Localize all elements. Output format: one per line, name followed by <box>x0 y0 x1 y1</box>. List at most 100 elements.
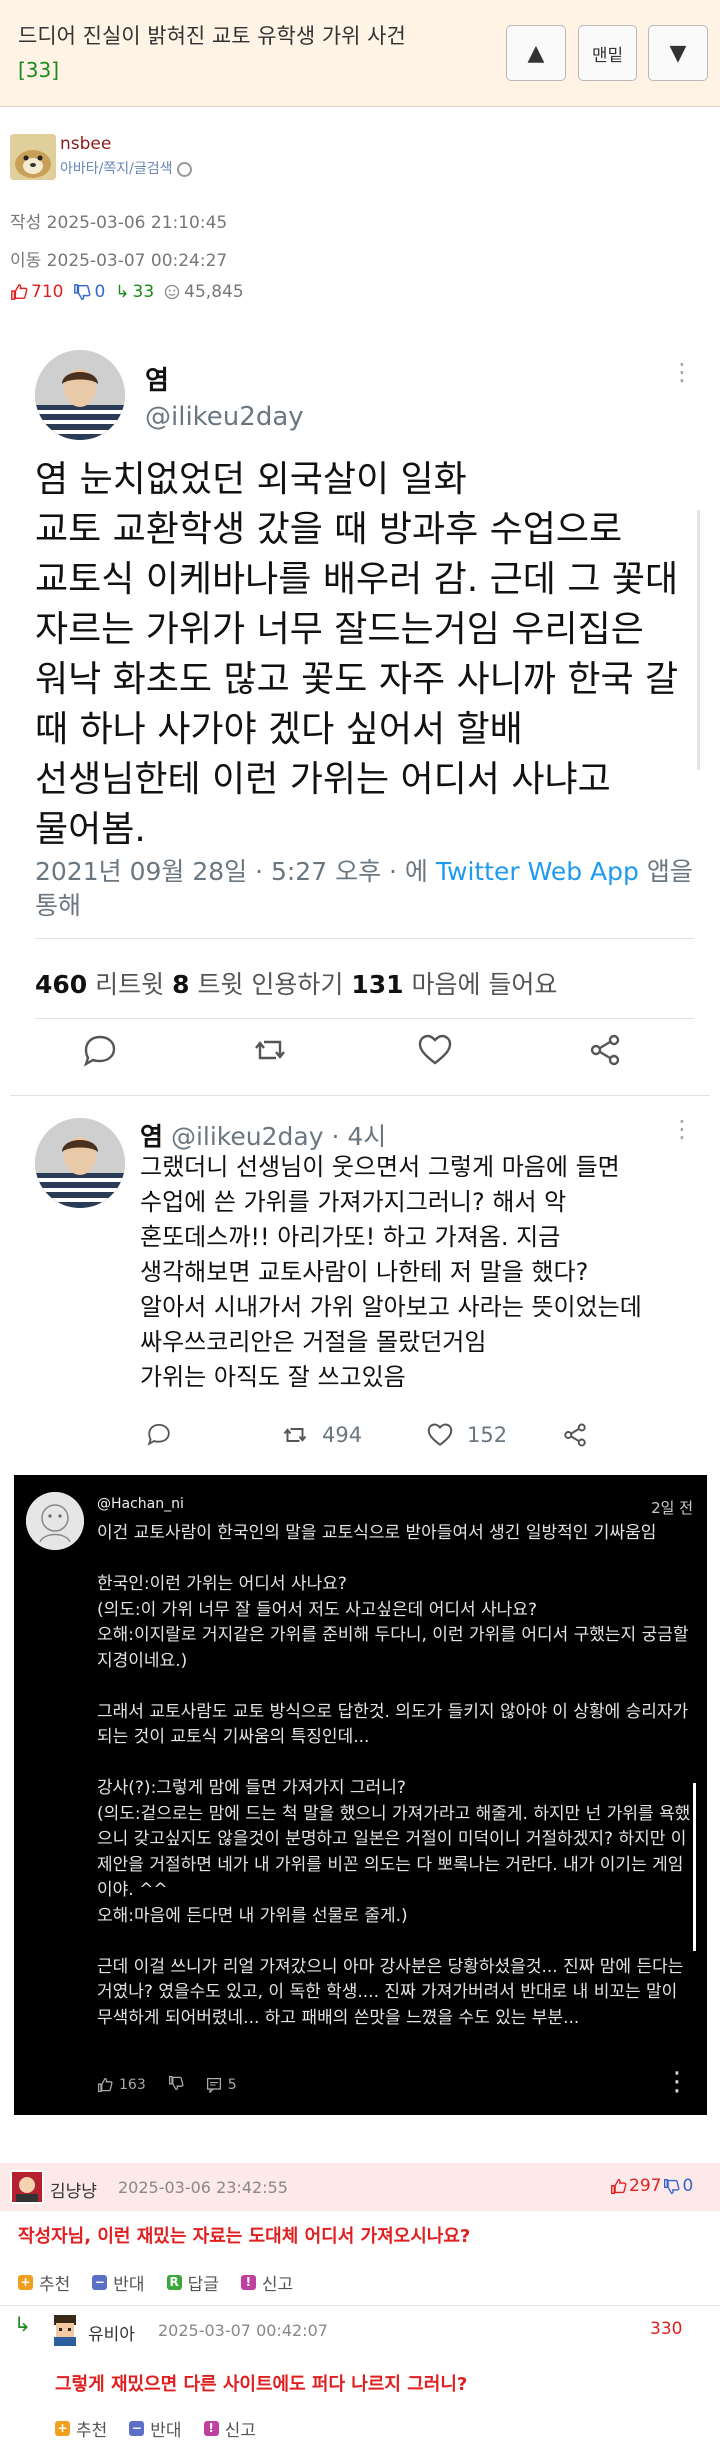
retweet-label[interactable]: 리트윗 <box>87 970 172 999</box>
plus-icon: + <box>55 2421 70 2436</box>
thumbs-up-icon[interactable] <box>610 2178 627 2195</box>
go-bottom-button[interactable]: 맨밑 <box>578 25 637 81</box>
level-icon <box>176 161 192 177</box>
dark-comment-count: 5 <box>227 2077 237 2093</box>
minus-icon: − <box>129 2421 145 2436</box>
replier-avatar[interactable] <box>48 2313 82 2347</box>
tweet-app-link[interactable]: Twitter Web App <box>436 857 639 886</box>
dark-comments[interactable]: 5 <box>206 2077 237 2093</box>
dark-like-count: 163 <box>119 2077 146 2093</box>
reply-more-icon[interactable]: ⋮ <box>670 1115 694 1143</box>
scroll-up-button[interactable]: ▲ <box>506 25 566 81</box>
dark-more-icon[interactable]: ⋮ <box>664 2069 690 2095</box>
tweet-info: 2021년 09월 28일 · 5:27 오후 · 에 Twitter Web … <box>35 855 695 923</box>
dislike-stat[interactable]: 0 <box>73 282 105 302</box>
comment-icon <box>206 2077 221 2093</box>
oppose-label: 반대 <box>113 2275 145 2295</box>
like-count-tweet: 131 <box>351 970 404 999</box>
reply-header: 염 @ilikeu2day · 4시 <box>140 1117 386 1153</box>
dark-scrollbar <box>693 1783 696 1951</box>
divider <box>35 938 695 939</box>
report-label: 신고 <box>224 2421 256 2441</box>
down-arrow-icon: ▼ <box>669 40 687 66</box>
moved-time: 이동 2025-03-07 00:24:27 <box>10 251 228 271</box>
thumbs-up-icon <box>97 2077 113 2093</box>
dark-comment-avatar <box>26 1492 84 1550</box>
recommend-button[interactable]: + 추천 <box>55 2416 107 2441</box>
tweet-time: 2021년 09월 28일 · 5:27 오후 · 에 <box>35 857 436 886</box>
dark-comment-body: 이건 교토사람이 한국인의 말을 교토식으로 받아들여서 생긴 일방적인 기싸움… <box>97 1523 691 2028</box>
oppose-button[interactable]: − 반대 <box>129 2416 182 2441</box>
dark-comment-handle: @Hachan_ni <box>97 1496 184 1512</box>
share-count: 33 <box>132 282 155 302</box>
reply-share-action[interactable] <box>560 1420 590 1450</box>
divider <box>10 1095 710 1096</box>
post-title: 드디어 진실이 밝혀진 교토 유학생 가위 사건 <box>18 24 406 48</box>
share-icon <box>564 1423 586 1447</box>
report-icon: ! <box>203 2421 219 2436</box>
more-options-icon[interactable]: ⋮ <box>670 358 694 386</box>
comment-date: 2025-03-06 23:42:55 <box>118 2178 288 2197</box>
reply-handle: @ilikeu2day · 4시 <box>163 1122 387 1151</box>
recommend-label: 추천 <box>39 2275 71 2295</box>
oppose-label: 반대 <box>150 2421 182 2441</box>
author-avatar[interactable] <box>10 134 56 180</box>
reply-r-icon: R <box>166 2275 182 2290</box>
reply-reply-action[interactable] <box>145 1420 173 1448</box>
recommend-button[interactable]: + 추천 <box>18 2270 70 2295</box>
reply-retweet-action[interactable]: 494 <box>280 1420 362 1450</box>
dark-like[interactable]: 163 <box>97 2077 146 2093</box>
commenter-name[interactable]: 김냥냥 <box>50 2177 97 2202</box>
like-count: 710 <box>31 282 64 302</box>
report-button[interactable]: ! 신고 <box>203 2416 256 2441</box>
quote-count: 8 <box>172 970 190 999</box>
reply-button[interactable]: R 답글 <box>166 2270 219 2295</box>
scroll-down-button[interactable]: ▼ <box>648 25 708 81</box>
reply-avatar <box>35 1118 125 1208</box>
reply-actions: + 추천 − 반대 ! 신고 <box>55 2416 256 2441</box>
tweet-handle: @ilikeu2day <box>145 402 304 432</box>
divider <box>0 2305 720 2306</box>
reply-like-count: 152 <box>467 1423 508 1447</box>
post-header: 드디어 진실이 밝혀진 교토 유학생 가위 사건 [33] ▲ 맨밑 ▼ <box>0 0 720 107</box>
report-button[interactable]: ! 신고 <box>240 2270 294 2295</box>
report-label: 신고 <box>261 2275 294 2295</box>
recommend-label: 추천 <box>76 2421 108 2441</box>
commenter-avatar[interactable] <box>10 2170 44 2204</box>
reply-name: 염 <box>140 1122 164 1151</box>
dark-comment-footer: 163 5 <box>97 2075 237 2095</box>
comment-row: 김냥냥 2025-03-06 23:42:55 297 0 <box>0 2163 720 2211</box>
tweet-body: 염 눈치없었던 외국살이 일화 교토 교환학생 갔을 때 방과후 수업으로 교토… <box>35 459 679 850</box>
reply-icon <box>147 1423 170 1446</box>
thumbs-down-icon <box>74 284 91 300</box>
tweet-scroll-track <box>697 510 700 770</box>
reply-like-action[interactable]: 152 <box>425 1420 507 1450</box>
tweet-display-name: 염 <box>145 366 169 396</box>
author-links[interactable]: 아바타/쪽지/글검색 <box>60 158 192 178</box>
dark-dislike[interactable] <box>168 2075 184 2095</box>
comment-text: 작성자님, 이런 재밌는 자료는 도대체 어디서 가져오시나요? <box>18 2226 471 2247</box>
oppose-button[interactable]: − 반대 <box>92 2270 145 2295</box>
dark-comment-screenshot: @Hachan_ni 2일 전 이건 교토사람이 한국인의 말을 교토식으로 받… <box>14 1475 707 2115</box>
reply-text: 그렇게 재밌으면 다른 사이트에도 퍼다 나르지 그러니? <box>55 2374 468 2395</box>
quote-label[interactable]: 트윗 인용하기 <box>190 970 352 999</box>
share-icon[interactable] <box>585 1030 625 1070</box>
tweet-avatar <box>35 350 125 440</box>
reply-label: 답글 <box>187 2275 219 2295</box>
replier-name[interactable]: 유비아 <box>88 2320 135 2345</box>
retweet-icon[interactable] <box>250 1030 290 1070</box>
reply-icon[interactable] <box>80 1030 120 1070</box>
like-label[interactable]: 마음에 들어요 <box>404 970 557 999</box>
like-stat[interactable]: 710 <box>10 282 63 302</box>
comment-count[interactable]: [33] <box>18 58 59 82</box>
author-name[interactable]: nsbee <box>60 134 111 154</box>
dislike-count: 0 <box>94 282 106 302</box>
up-arrow-icon: ▲ <box>527 40 545 66</box>
minus-icon: − <box>92 2275 108 2290</box>
created-time: 작성 2025-03-06 21:10:45 <box>10 213 228 233</box>
face-icon <box>165 284 180 300</box>
retweet-count: 460 <box>35 970 88 999</box>
thumbs-down-icon[interactable] <box>663 2178 680 2195</box>
heart-icon[interactable] <box>415 1030 455 1070</box>
author-links-text[interactable]: 아바타/쪽지/글검색 <box>60 161 172 177</box>
